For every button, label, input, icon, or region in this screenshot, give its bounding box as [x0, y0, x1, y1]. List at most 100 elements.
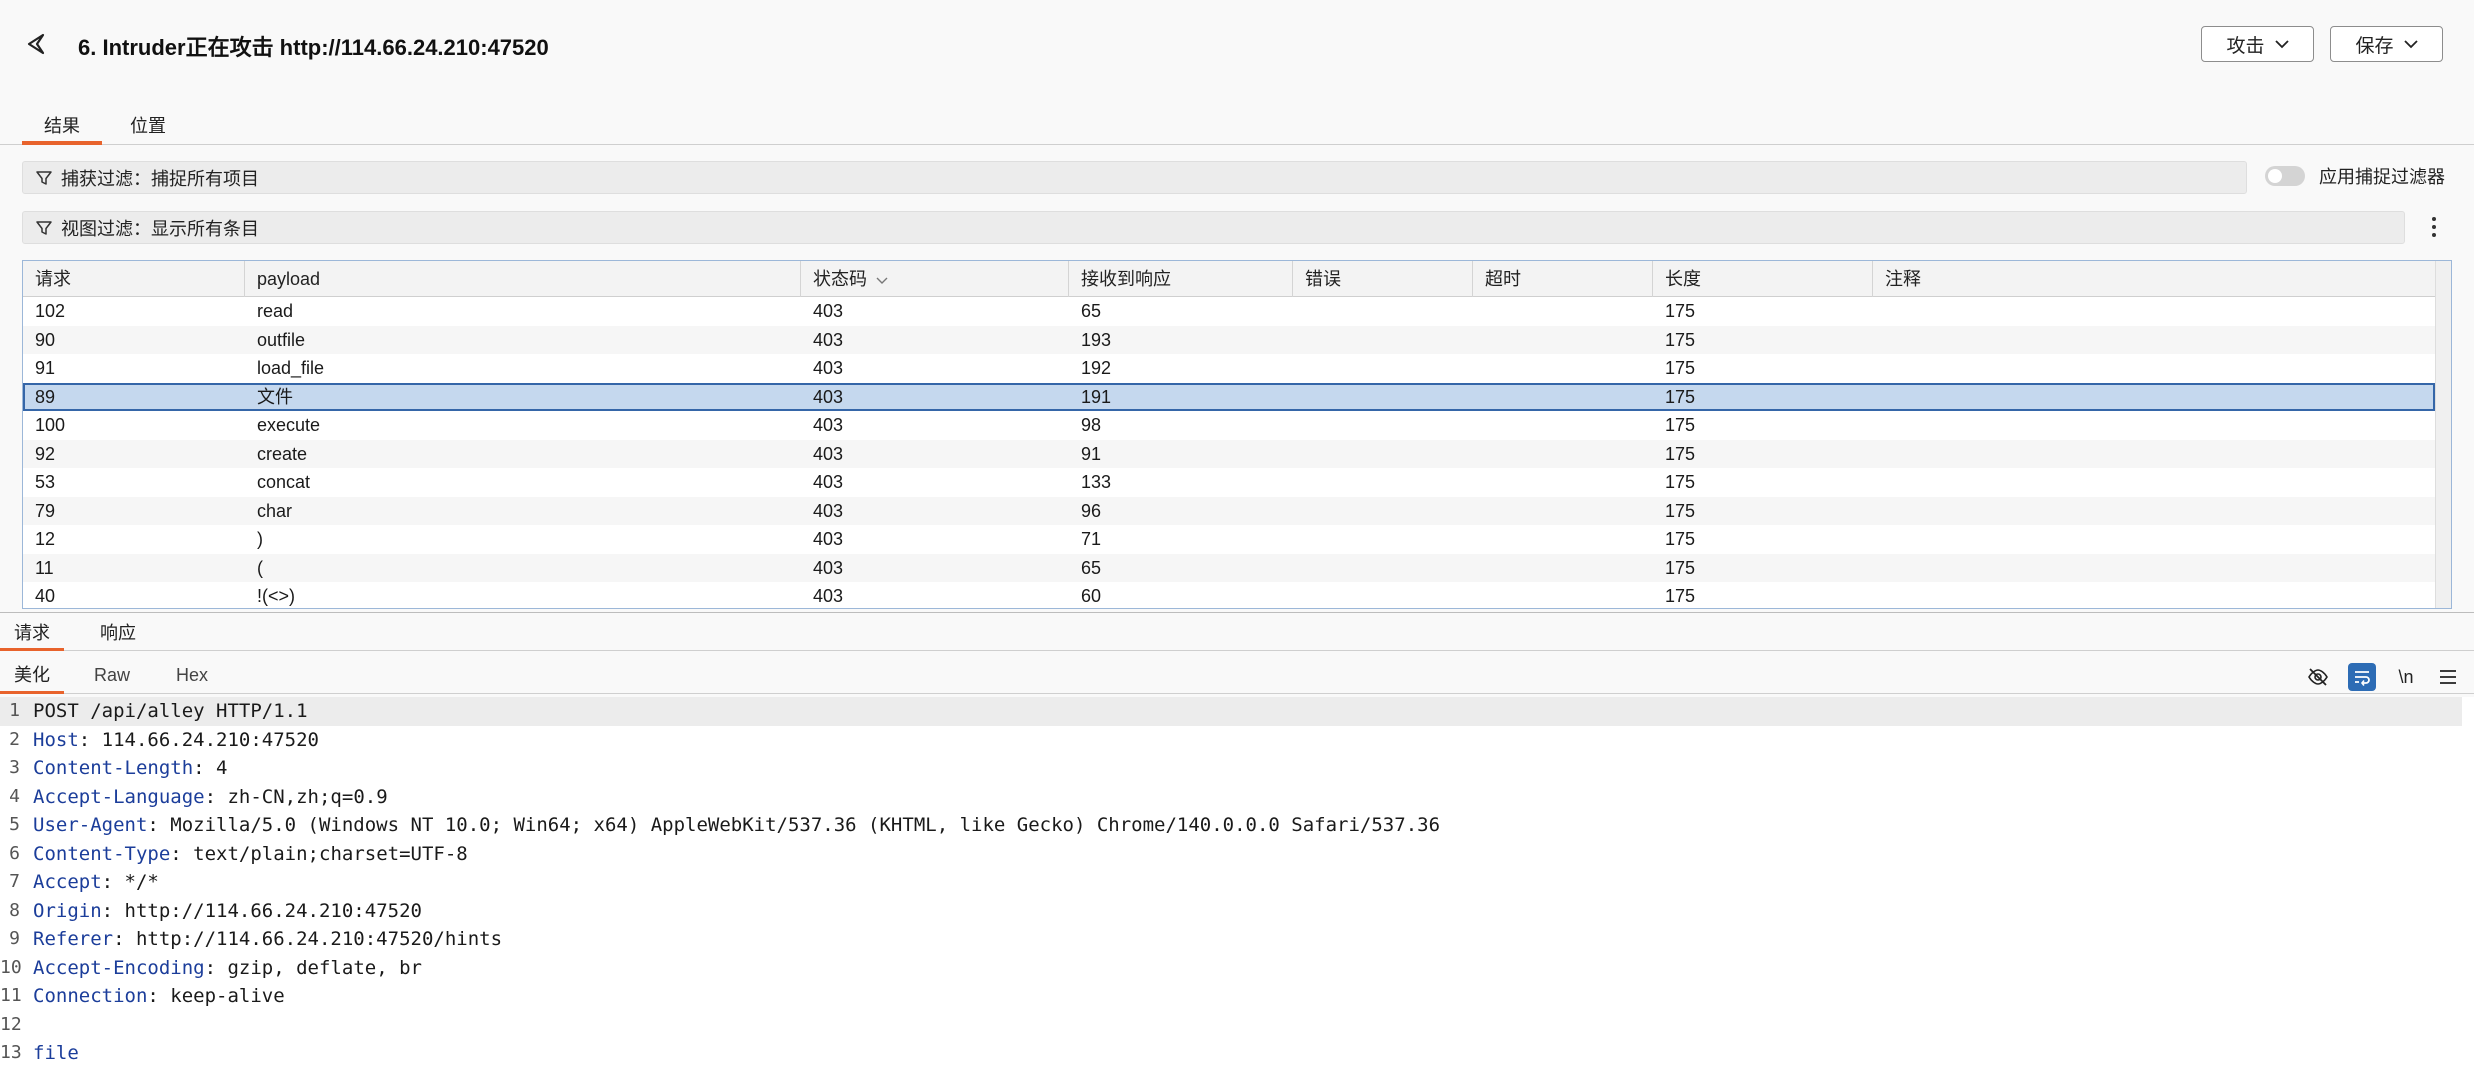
back-arrow-icon[interactable]: [18, 26, 54, 62]
cell-status: 403: [813, 329, 844, 350]
column-header-error[interactable]: 错误: [1293, 261, 1473, 297]
cell-comment: [1873, 525, 1885, 554]
table-row[interactable]: 91 load_file 403 192 175: [23, 354, 2435, 383]
header-name: Content-Type: [33, 842, 171, 865]
cell-timeout: [1473, 383, 1485, 412]
page-title: 6. Intruder正在攻击 http://114.66.24.210:475…: [78, 35, 549, 60]
tab-positions[interactable]: 位置: [108, 112, 188, 145]
request-editor[interactable]: 1 POST /api/alley HTTP/1.1 2 Host: 114.66.2…: [0, 697, 2474, 1086]
editor-line: 6 Content-Type: text/plain;charset=UTF-8: [0, 840, 2462, 869]
editor-line: 9 Referer: http://114.66.24.210:47520/hin…: [0, 925, 2462, 954]
table-row[interactable]: 90 outfile 403 193 175: [23, 325, 2435, 355]
cell-response-received: 65: [1081, 557, 1102, 578]
column-header-comment[interactable]: 注释: [1873, 261, 2435, 297]
filter-icon: [36, 170, 52, 185]
tab-hex[interactable]: Hex: [162, 659, 222, 694]
cell-timeout: [1473, 468, 1485, 497]
cell-request: 89: [35, 386, 56, 407]
header-name: Accept-Language: [33, 785, 205, 808]
line-content: Content-Length: 4: [33, 757, 228, 779]
table-row[interactable]: 92 create 403 91 175: [23, 439, 2435, 469]
cell-error: [1293, 554, 1305, 583]
table-row[interactable]: 89 文件 403 191 175: [23, 382, 2435, 412]
cell-error: [1293, 525, 1305, 554]
cell-timeout: [1473, 525, 1485, 554]
cell-comment: [1873, 582, 1885, 608]
more-options-icon[interactable]: [2424, 212, 2444, 242]
tab-request[interactable]: 请求: [0, 618, 64, 651]
cell-comment: [1873, 354, 1885, 383]
sort-chevron-down-icon: [876, 277, 888, 284]
cell-error: [1293, 497, 1305, 526]
cell-request: 79: [35, 500, 56, 521]
header-value: keep-alive: [170, 985, 285, 1007]
cell-comment: [1873, 468, 1885, 497]
table-row[interactable]: 40 !(<>) 403 60 175: [23, 582, 2435, 608]
column-header-status[interactable]: 状态码: [801, 261, 1069, 297]
column-header-payload[interactable]: payload: [245, 261, 801, 297]
attack-button-label: 攻击: [2226, 35, 2265, 57]
line-content: Host: 114.66.24.210:47520: [33, 728, 319, 751]
cell-timeout: [1473, 326, 1485, 355]
header-value: zh-CN,zh;q=0.9: [227, 785, 388, 808]
cell-payload: read: [257, 301, 294, 321]
chevron-down-icon: [2403, 40, 2418, 49]
cell-response-received: 192: [1081, 358, 1112, 378]
header-value: http://114.66.24.210:47520: [124, 899, 422, 922]
cell-timeout: [1473, 440, 1485, 469]
attack-menu-button[interactable]: 攻击: [2201, 26, 2314, 62]
tab-results[interactable]: 结果: [22, 112, 102, 145]
cell-error: [1293, 440, 1305, 469]
table-row[interactable]: 12) 403 71 175: [23, 525, 2435, 554]
pane-divider[interactable]: [0, 612, 2474, 613]
cell-comment: [1873, 383, 1885, 412]
view-filter-bar[interactable]: 视图过滤：显示所有条目: [22, 211, 2405, 244]
column-header-length[interactable]: 长度: [1653, 261, 1873, 297]
cell-status: 403: [813, 415, 844, 435]
line-number: 2: [9, 728, 20, 750]
line-content: Accept: */*: [33, 871, 159, 893]
capture-filter-bar[interactable]: 捕获过滤：捕捉所有项目: [22, 161, 2247, 194]
cell-status: 403: [813, 443, 844, 464]
editor-line: 8 Origin: http://114.66.24.210:47520: [0, 897, 2462, 926]
show-newlines-icon[interactable]: \n: [2392, 663, 2420, 691]
column-header-request[interactable]: 请求: [23, 261, 245, 297]
hide-eye-icon[interactable]: [2304, 663, 2332, 691]
cell-length: 175: [1665, 586, 1696, 606]
tab-raw[interactable]: Raw: [80, 659, 144, 694]
editor-line: 12: [0, 1011, 2462, 1040]
table-row[interactable]: 79 char 403 96 175: [23, 496, 2435, 526]
save-menu-button[interactable]: 保存: [2330, 26, 2443, 62]
hamburger-menu-icon[interactable]: [2434, 663, 2462, 691]
cell-error: [1293, 468, 1305, 497]
tab-response[interactable]: 响应: [86, 618, 150, 651]
column-header-response-received[interactable]: 接收到响应: [1069, 261, 1293, 297]
column-header-timeout[interactable]: 超时: [1473, 261, 1653, 297]
editor-line: 13 file: [0, 1039, 2462, 1068]
cell-error: [1293, 297, 1305, 326]
cell-error: [1293, 582, 1305, 608]
cell-length: 175: [1665, 529, 1696, 549]
message-tabs: 请求 响应: [0, 618, 2474, 651]
table-row[interactable]: 102 read 403 65 175: [23, 297, 2435, 326]
cell-response-received: 65: [1081, 301, 1102, 321]
cell-payload: (: [257, 557, 263, 578]
cell-response-received: 193: [1081, 329, 1112, 350]
table-row[interactable]: 53 concat 403 133 175: [23, 468, 2435, 497]
table-row[interactable]: 100 execute 403 98 175: [23, 411, 2435, 440]
apply-capture-filter: 应用捕捉过滤器: [2265, 163, 2445, 189]
cell-comment: [1873, 440, 1885, 469]
cell-response-received: 91: [1081, 443, 1102, 464]
table-scrollbar[interactable]: [2435, 261, 2451, 608]
tab-pretty[interactable]: 美化: [0, 659, 64, 694]
view-mode-tabs: 美化 Raw Hex \n: [0, 659, 2474, 694]
header-name: Content-Length: [33, 757, 194, 779]
word-wrap-icon[interactable]: [2348, 663, 2376, 691]
line-content: Origin: http://114.66.24.210:47520: [33, 899, 422, 922]
table-row[interactable]: 11 (403 65 175: [23, 553, 2435, 583]
editor-line: 3 Content-Length: 4: [0, 754, 2462, 783]
line-number: 12: [0, 1013, 22, 1035]
filter-icon: [36, 220, 52, 235]
line-number: 9: [9, 928, 20, 949]
apply-capture-filter-toggle[interactable]: [2265, 166, 2305, 186]
